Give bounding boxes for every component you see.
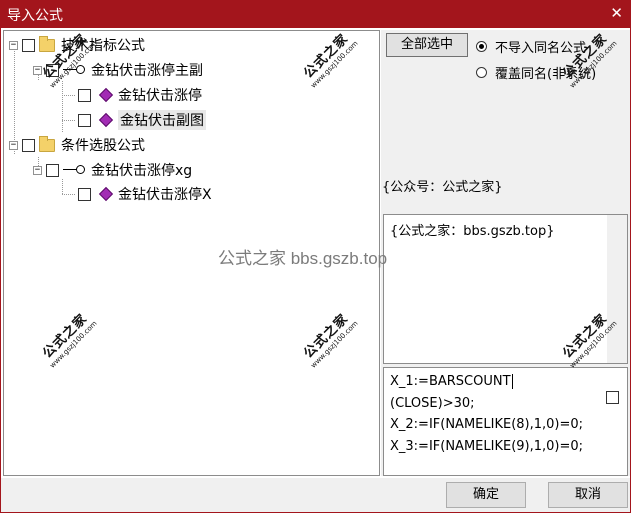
tree-node-formula[interactable]: 金钻伏击涨停 [78, 85, 202, 105]
checkbox[interactable] [78, 88, 91, 102]
checkbox[interactable] [606, 391, 619, 404]
key-icon [63, 64, 85, 76]
radio-label: 覆盖同名(非系统) [495, 67, 597, 82]
code-line: X_2:=IF(NAMELIKE(8),1,0)=0; [390, 417, 584, 432]
radio-label: 不导入同名公式 [495, 41, 587, 56]
code-line: X_1:=BARSCOUNT [390, 374, 511, 389]
button-bar [1, 478, 630, 512]
tree-node-label: 金钻伏击涨停X [118, 187, 212, 203]
select-all-button[interactable]: 全部选中 [386, 33, 468, 57]
radio-button[interactable] [476, 67, 487, 78]
code-line: (CLOSE)>30; [390, 395, 475, 411]
window-title: 导入公式 [7, 8, 63, 24]
description-box[interactable]: {公式之家：bbs.gszb.top} [383, 214, 628, 364]
text-caret [511, 374, 513, 389]
tree-node-label: 金钻伏击涨停 [118, 88, 202, 104]
checkbox[interactable] [46, 63, 59, 77]
radio-button[interactable] [476, 41, 487, 52]
description-text: {公式之家：bbs.gszb.top} [390, 224, 555, 239]
watermark-text: 公式之家 bbs.gszb.top [218, 249, 388, 268]
key-icon [63, 164, 85, 176]
info-label: {公众号：公式之家} [382, 180, 503, 195]
tree-node-xg[interactable]: − 金钻伏击涨停xg [33, 160, 192, 180]
tree-node-label: 条件选股公式 [61, 138, 145, 154]
tree-node-label: 金钻伏击涨停主副 [91, 63, 203, 79]
folder-icon [39, 135, 55, 152]
radio-no-import[interactable]: 不导入同名公式 [476, 37, 586, 56]
tree-node-formula[interactable]: 金钻伏击副图 [78, 110, 206, 130]
tree-node-label: 金钻伏击副图 [118, 110, 206, 130]
tree-node-label: 技术指标公式 [61, 38, 145, 54]
cancel-button[interactable]: 取消 [548, 482, 628, 508]
tree-node-technical[interactable]: − 技术指标公式 [9, 35, 145, 55]
code-text: X_1:=BARSCOUNT (CLOSE)>30; X_2:=IF(NAMEL… [390, 371, 583, 457]
ok-button[interactable]: 确定 [446, 482, 526, 508]
checkbox[interactable] [46, 163, 59, 177]
tree-node-main-sub[interactable]: − 金钻伏击涨停主副 [33, 60, 203, 80]
title-bar: 导入公式 ✕ [0, 0, 631, 28]
code-line: X_3:=IF(NAMELIKE(9),1,0)=0; [390, 438, 584, 454]
radio-overwrite[interactable]: 覆盖同名(非系统) [476, 63, 596, 82]
checkbox[interactable] [22, 138, 35, 152]
collapse-icon[interactable]: − [33, 65, 42, 75]
folder-icon [39, 35, 55, 52]
tree-node-stock-selection[interactable]: − 条件选股公式 [9, 135, 145, 155]
close-icon[interactable]: ✕ [610, 4, 623, 22]
tree-node-label: 金钻伏击涨停xg [91, 163, 193, 179]
checkbox[interactable] [78, 187, 91, 201]
collapse-icon[interactable]: − [9, 140, 18, 150]
formula-icon [98, 186, 114, 202]
formula-icon [98, 112, 114, 128]
tree-node-formula[interactable]: 金钻伏击涨停X [78, 184, 212, 204]
code-box[interactable]: X_1:=BARSCOUNT (CLOSE)>30; X_2:=IF(NAMEL… [383, 367, 628, 476]
formula-icon [98, 87, 114, 103]
collapse-icon[interactable]: − [9, 40, 18, 50]
collapse-icon[interactable]: − [33, 165, 42, 175]
checkbox[interactable] [78, 113, 91, 127]
scrollbar[interactable] [607, 215, 627, 363]
checkbox[interactable] [22, 38, 35, 52]
